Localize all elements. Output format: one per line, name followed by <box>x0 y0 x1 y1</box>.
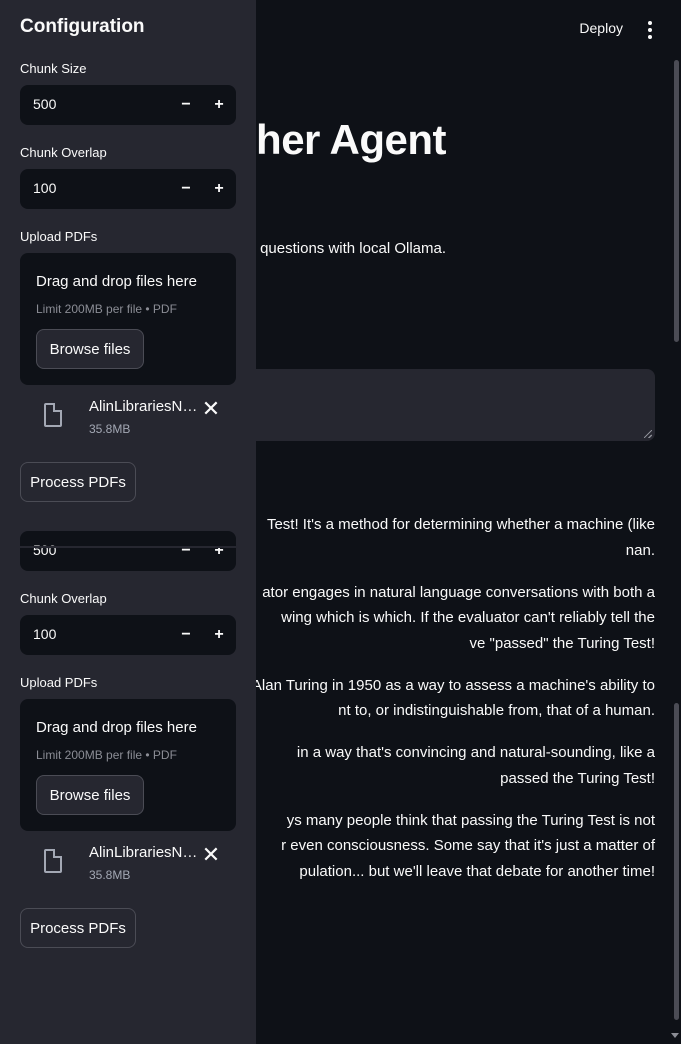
increment-button[interactable]: + <box>203 531 235 571</box>
file-size: 35.8MB <box>89 422 131 436</box>
chunk-overlap-stepper[interactable]: 100 − + <box>20 169 236 209</box>
upload-label: Upload PDFs <box>20 229 98 244</box>
file-dropzone[interactable]: Drag and drop files here Limit 200MB per… <box>20 699 236 831</box>
remove-file-icon[interactable]: ✕ <box>201 398 221 420</box>
scrollbar-thumb[interactable] <box>674 60 679 342</box>
divider <box>20 546 236 548</box>
uploaded-file: AlinLibrariesNLP.pdf 35.8MB ✕ <box>20 841 236 889</box>
chunk-size-label: Chunk Size <box>20 61 87 76</box>
upload-label: Upload PDFs <box>20 675 98 690</box>
dropzone-title: Drag and drop files here <box>36 273 197 290</box>
deploy-button[interactable]: Deploy <box>579 20 623 36</box>
chunk-overlap-value[interactable]: 100 <box>33 180 56 196</box>
decrement-button[interactable]: − <box>170 615 202 655</box>
chunk-size-stepper[interactable]: 500 − + <box>20 85 236 125</box>
dropzone-title: Drag and drop files here <box>36 719 197 736</box>
browse-files-button[interactable]: Browse files <box>36 775 144 815</box>
decrement-button[interactable]: − <box>170 169 202 209</box>
chunk-overlap-value[interactable]: 100 <box>33 626 56 642</box>
uploaded-file: AlinLibrariesNLP.pdf 35.8MB ✕ <box>20 395 236 443</box>
question-input[interactable] <box>200 369 655 441</box>
process-pdfs-button[interactable]: Process PDFs <box>20 908 136 948</box>
decrement-button[interactable]: − <box>170 531 202 571</box>
sidebar: Configuration Chunk Size 500 − + Chunk O… <box>0 0 256 1044</box>
dropzone-limit: Limit 200MB per file • PDF <box>36 748 177 762</box>
sidebar-title: Configuration <box>20 16 145 37</box>
scroll-down-arrow-icon[interactable] <box>671 1033 679 1038</box>
dropzone-limit: Limit 200MB per file • PDF <box>36 302 177 316</box>
chunk-overlap-label: Chunk Overlap <box>20 145 107 160</box>
decrement-button[interactable]: − <box>170 85 202 125</box>
chunk-overlap-stepper[interactable]: 100 − + <box>20 615 236 655</box>
chunk-size-stepper[interactable]: 500 − + <box>20 531 236 571</box>
file-icon <box>44 403 62 427</box>
increment-button[interactable]: + <box>203 85 235 125</box>
increment-button[interactable]: + <box>203 169 235 209</box>
scrollbar-thumb[interactable] <box>674 703 679 1020</box>
file-dropzone[interactable]: Drag and drop files here Limit 200MB per… <box>20 253 236 385</box>
chunk-overlap-label: Chunk Overlap <box>20 591 107 606</box>
increment-button[interactable]: + <box>203 615 235 655</box>
browse-files-button[interactable]: Browse files <box>36 329 144 369</box>
file-name: AlinLibrariesNLP.pdf <box>89 844 203 861</box>
resize-handle-icon[interactable] <box>644 430 652 438</box>
kebab-menu-icon[interactable] <box>645 21 655 39</box>
file-icon <box>44 849 62 873</box>
chunk-size-value[interactable]: 500 <box>33 96 56 112</box>
top-bar: Deploy <box>256 0 681 60</box>
file-size: 35.8MB <box>89 868 131 882</box>
file-name: AlinLibrariesNLP.pdf <box>89 398 203 415</box>
process-pdfs-button[interactable]: Process PDFs <box>20 462 136 502</box>
remove-file-icon[interactable]: ✕ <box>201 844 221 866</box>
chunk-size-value[interactable]: 500 <box>33 542 56 558</box>
